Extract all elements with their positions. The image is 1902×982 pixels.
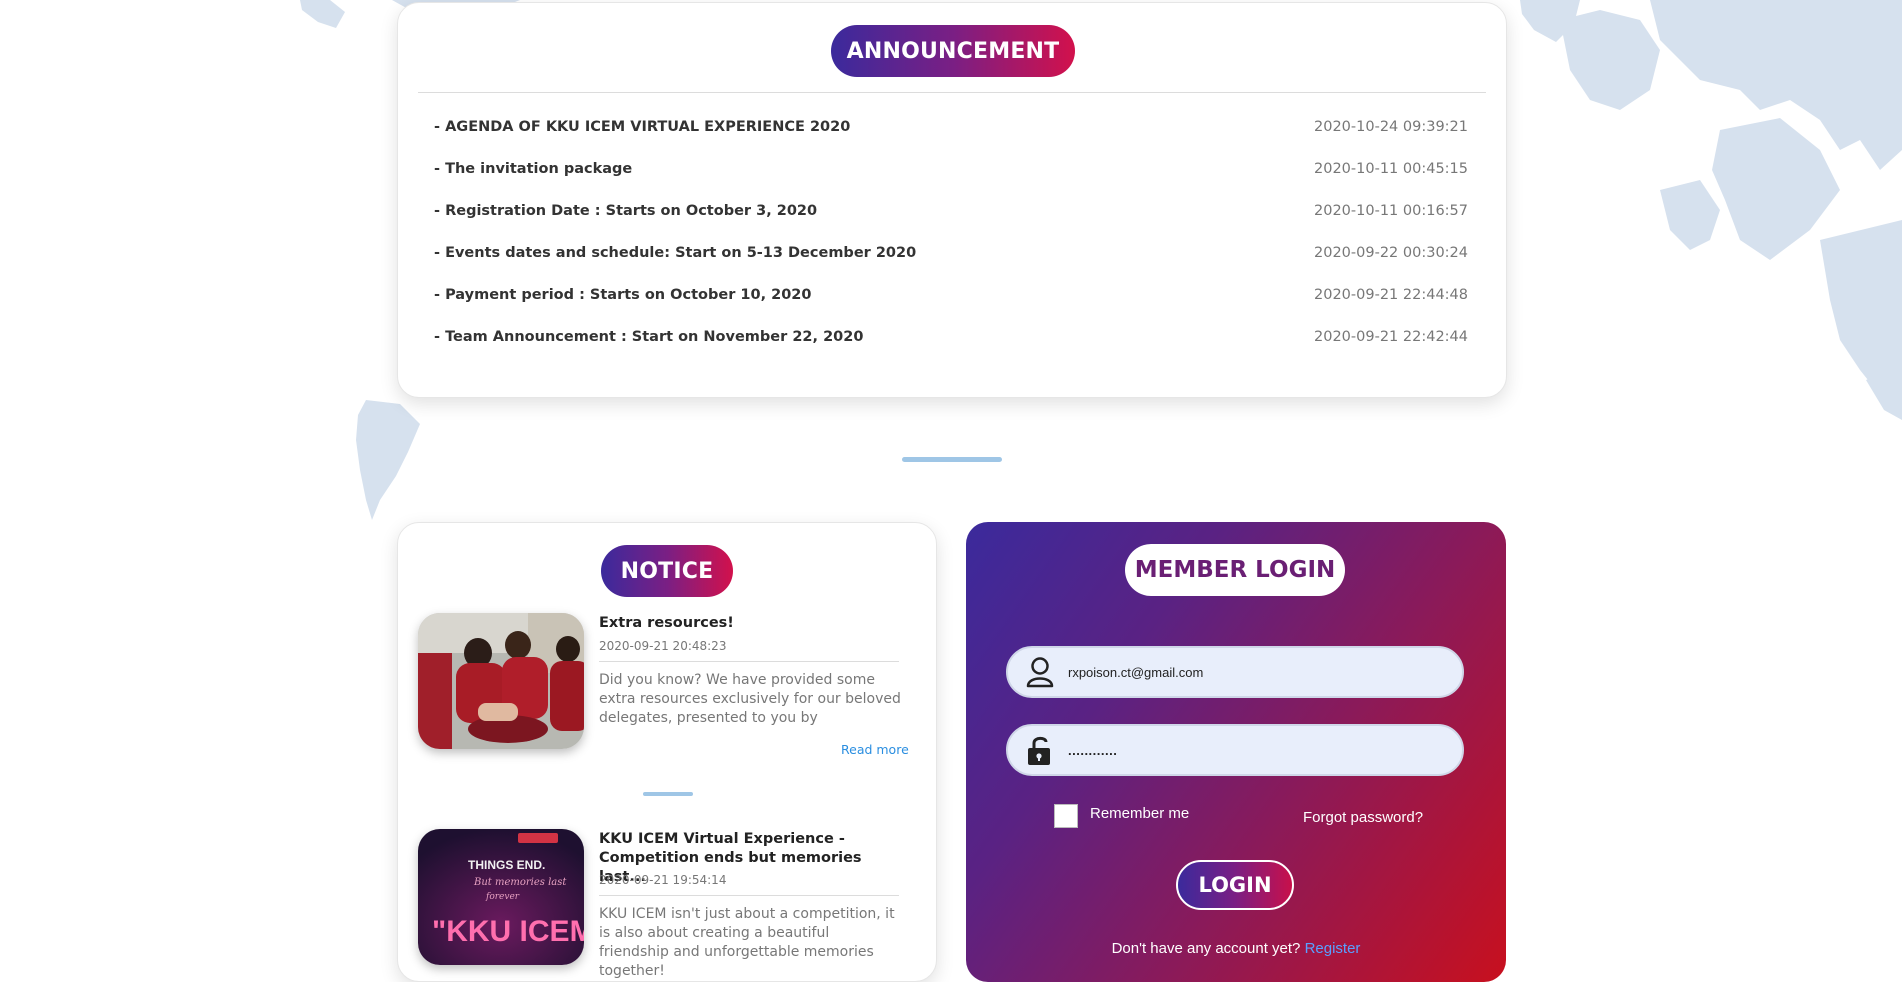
announcement-item-date: 2020-09-22 00:30:24 xyxy=(1314,245,1468,261)
announcement-item-date: 2020-10-11 00:45:15 xyxy=(1314,161,1468,177)
user-icon xyxy=(1022,654,1058,690)
notice-item-body: KKU ICEM isn't just about a competition,… xyxy=(599,906,895,979)
notice-thumbnail[interactable] xyxy=(418,613,584,749)
announcement-item-title[interactable]: - Events dates and schedule: Start on 5-… xyxy=(434,245,916,261)
notice-title: NOTICE xyxy=(601,545,733,597)
password-input[interactable] xyxy=(1066,741,1450,759)
announcement-item-title[interactable]: - Registration Date : Starts on October … xyxy=(434,203,817,219)
announcement-item-title[interactable]: - Team Announcement : Start on November … xyxy=(434,329,863,345)
section-divider xyxy=(902,457,1002,462)
announcement-item-title[interactable]: - AGENDA OF KKU ICEM VIRTUAL EXPERIENCE … xyxy=(434,119,850,135)
notice-item-date: 2020-09-21 19:54:14 xyxy=(599,873,727,887)
unlock-icon xyxy=(1022,732,1058,768)
notice-item-divider xyxy=(599,895,899,896)
no-account-text: Don't have any account yet? xyxy=(1111,940,1301,957)
poster-line1: THINGS END. xyxy=(468,858,545,872)
remember-me-label[interactable]: Remember me xyxy=(1090,805,1189,822)
notice-card: NOTICE Extra resources! 2020-09-21 20:48… xyxy=(397,522,937,982)
announcement-title: ANNOUNCEMENT xyxy=(831,25,1075,77)
announcement-divider xyxy=(418,92,1486,93)
announcement-item[interactable]: - AGENDA OF KKU ICEM VIRTUAL EXPERIENCE … xyxy=(434,115,1468,139)
announcement-item[interactable]: - Payment period : Starts on October 10,… xyxy=(434,283,1468,307)
poster-big-text: "KKU ICEM" xyxy=(432,915,584,948)
poster-line2: But memories last xyxy=(473,877,567,888)
read-more-link[interactable]: Read more xyxy=(841,742,909,757)
email-field[interactable] xyxy=(1006,646,1464,698)
email-input[interactable] xyxy=(1066,663,1450,681)
notice-item-body: Did you know? We have provided some extr… xyxy=(599,672,901,726)
password-field[interactable] xyxy=(1006,724,1464,776)
announcement-item-title[interactable]: - Payment period : Starts on October 10,… xyxy=(434,287,811,303)
announcement-item-date: 2020-10-11 00:16:57 xyxy=(1314,203,1468,219)
announcement-item-title[interactable]: - The invitation package xyxy=(434,161,632,177)
notice-divider xyxy=(643,792,693,796)
notice-item-title[interactable]: Extra resources! xyxy=(599,614,899,633)
announcement-card: ANNOUNCEMENT - AGENDA OF KKU ICEM VIRTUA… xyxy=(397,2,1507,398)
register-prompt: Don't have any account yet? Register xyxy=(966,940,1506,957)
announcement-item[interactable]: - The invitation package 2020-10-11 00:4… xyxy=(434,157,1468,181)
announcement-item[interactable]: - Events dates and schedule: Start on 5-… xyxy=(434,241,1468,265)
announcement-item-date: 2020-09-21 22:42:44 xyxy=(1314,329,1468,345)
notice-item-date: 2020-09-21 20:48:23 xyxy=(599,639,727,653)
member-login-title: MEMBER LOGIN xyxy=(1125,544,1345,596)
forgot-password-link[interactable]: Forgot password? xyxy=(1303,809,1423,826)
member-login-card: MEMBER LOGIN Remember me Forgot password… xyxy=(966,522,1506,982)
things-end-poster: THINGS END. But memories last forever "K… xyxy=(418,829,584,965)
remember-me-checkbox[interactable] xyxy=(1054,804,1078,828)
cpr-training-photo xyxy=(418,613,584,749)
notice-item-divider xyxy=(599,661,899,662)
login-button[interactable]: LOGIN xyxy=(1176,860,1294,910)
announcement-item-date: 2020-10-24 09:39:21 xyxy=(1314,119,1468,135)
poster-line3: forever xyxy=(485,892,520,902)
notice-thumbnail[interactable]: THINGS END. But memories last forever "K… xyxy=(418,829,584,965)
register-link[interactable]: Register xyxy=(1305,940,1361,957)
announcement-item-date: 2020-09-21 22:44:48 xyxy=(1314,287,1468,303)
announcement-item[interactable]: - Team Announcement : Start on November … xyxy=(434,325,1468,349)
announcement-item[interactable]: - Registration Date : Starts on October … xyxy=(434,199,1468,223)
